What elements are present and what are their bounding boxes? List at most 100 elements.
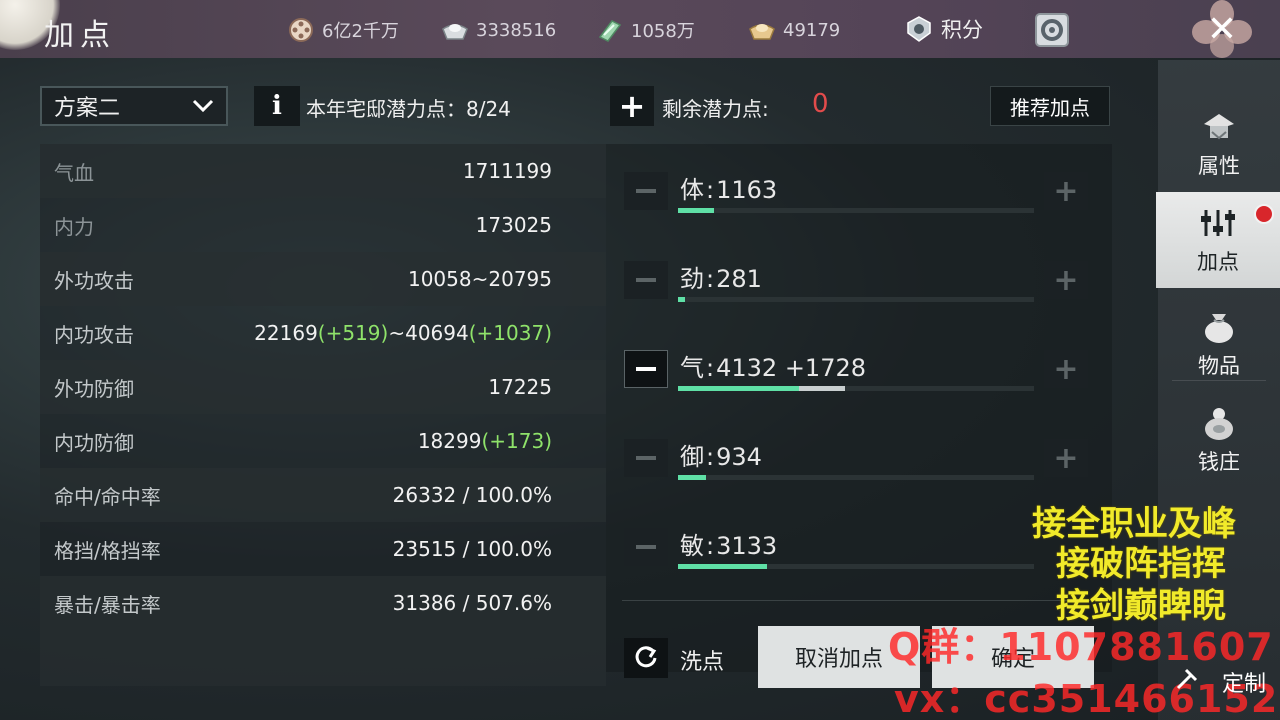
tab-label: 属性: [1198, 154, 1240, 178]
attribute-label: 体:1163: [680, 176, 778, 204]
sliders-icon: [1201, 210, 1235, 236]
stat-row-hit: 命中/命中率 26332 / 100.0%: [40, 468, 606, 522]
estate-points-label: 本年宅邸潜力点：8/24: [306, 97, 511, 121]
stat-value: 26332 / 100.0%: [392, 483, 552, 507]
film-reel-icon: [286, 17, 316, 43]
attribute-row-strength: 劲:281 +: [624, 255, 1094, 305]
tab-divider: [1172, 380, 1266, 381]
reset-points-label: 洗点: [680, 650, 725, 675]
minus-icon: [636, 189, 656, 193]
tab-attributes[interactable]: 属性: [1158, 96, 1280, 192]
score-button[interactable]: 积分: [905, 14, 983, 44]
score-label: 积分: [941, 18, 983, 42]
tab-add-points[interactable]: 加点: [1156, 192, 1280, 288]
top-bar: 加点 6亿2千万 3338516 1058万 49179 积分 ✕: [0, 0, 1280, 58]
info-button[interactable]: i: [254, 86, 300, 126]
reset-points-button[interactable]: [624, 638, 668, 678]
jade-icon: [595, 17, 625, 43]
wechat-watermark: vx：cc351466152: [894, 677, 1279, 720]
attribute-bar: [678, 208, 1034, 213]
stat-value: 31386 / 507.6%: [392, 591, 552, 615]
resource-film-value: 6亿2千万: [322, 21, 399, 42]
stat-name: 命中/命中率: [54, 484, 161, 509]
stat-name: 格挡/格挡率: [54, 538, 161, 563]
stat-row-hp: 气血 1711199: [40, 144, 606, 198]
resource-gold-value: 49179: [783, 19, 841, 41]
attribute-bar-fill: [678, 208, 714, 213]
attribute-panel: 体:1163 + 劲:281 + 气:4132 +1728 + 御:934 + …: [606, 144, 1112, 688]
add-points-button[interactable]: +: [610, 86, 654, 126]
attribute-label: 御:934: [680, 443, 762, 471]
attribute-row-defense: 御:934 +: [624, 433, 1094, 483]
resource-jade: 1058万: [595, 15, 695, 45]
attribute-row-agility: 敏:3133: [624, 522, 1094, 572]
resource-gold: 49179: [747, 15, 840, 45]
minus-icon: [636, 278, 656, 282]
attribute-value: 4132: [716, 354, 778, 382]
plan-dropdown[interactable]: 方案二: [40, 86, 228, 126]
tab-items[interactable]: 物品: [1158, 296, 1280, 392]
decrease-button[interactable]: [624, 528, 668, 566]
attribute-bar-bonus: [799, 386, 846, 391]
remaining-points-value: 0: [812, 89, 829, 119]
attribute-name: 体: [680, 176, 704, 204]
resource-jade-value: 1058万: [631, 21, 695, 42]
tab-label: 加点: [1197, 250, 1239, 274]
attribute-bar: [678, 386, 1034, 391]
stats-table: 气血 1711199 内力 173025 外功攻击 10058~20795 内功…: [40, 144, 606, 686]
attribute-label: 敏:3133: [680, 532, 778, 560]
gear-badge-icon[interactable]: [1032, 10, 1072, 50]
decrease-button[interactable]: [624, 261, 668, 299]
stat-name: 内功防御: [54, 430, 134, 455]
stats-filler: [40, 630, 606, 686]
money-bag-icon: [1205, 408, 1233, 440]
stat-bonus: (+173): [481, 429, 552, 453]
increase-button[interactable]: +: [1044, 261, 1088, 299]
stat-value: 23515 / 100.0%: [392, 537, 552, 561]
refresh-icon: [635, 646, 657, 668]
attribute-name: 气: [680, 354, 704, 382]
recommend-points-button[interactable]: 推荐加点: [990, 86, 1110, 126]
decrease-button[interactable]: [624, 350, 668, 388]
pin-icon[interactable]: [1172, 664, 1202, 694]
stat-value-max: ~40694: [388, 321, 469, 345]
close-icon: ✕: [1206, 8, 1238, 50]
minus-icon: [636, 545, 656, 549]
tab-label: 物品: [1198, 354, 1240, 378]
attribute-value: 281: [716, 265, 762, 293]
stat-value: 10058~20795: [407, 267, 552, 291]
tab-bank[interactable]: 钱庄: [1158, 392, 1280, 488]
stat-row-crit: 暴击/暴击率 31386 / 507.6%: [40, 576, 606, 630]
decrease-button[interactable]: [624, 439, 668, 477]
divider: [622, 600, 1098, 601]
attribute-name: 敏: [680, 532, 704, 560]
close-button[interactable]: ✕: [1190, 0, 1254, 58]
attribute-label: 劲:281: [680, 265, 762, 293]
attribute-value: 3133: [716, 532, 778, 560]
minus-icon: [636, 367, 656, 371]
custom-tab-label[interactable]: 定制: [1222, 666, 1266, 698]
stat-bonus-min: (+519): [317, 321, 389, 345]
bag-icon: [1205, 314, 1233, 343]
increase-button[interactable]: +: [1044, 172, 1088, 210]
increase-button[interactable]: +: [1044, 439, 1088, 477]
attribute-bar: [678, 475, 1034, 480]
resource-film: 6亿2千万: [286, 15, 399, 45]
attribute-bar-fill: [678, 475, 707, 480]
chevron-down-icon: [192, 99, 214, 113]
stat-row-int-attack: 内功攻击 22169(+519)~40694(+1037): [40, 306, 606, 360]
attribute-row-constitution: 体:1163 +: [624, 166, 1094, 216]
stat-name: 外功防御: [54, 376, 134, 401]
attribute-row-qi: 气:4132 +1728 +: [624, 344, 1094, 394]
remaining-points-label: 剩余潜力点:: [662, 97, 769, 121]
attribute-bar-fill: [678, 564, 767, 569]
stat-row-ext-defense: 外功防御 17225: [40, 360, 606, 414]
attribute-name: 劲: [680, 265, 704, 293]
stat-name: 内功攻击: [54, 322, 134, 347]
minus-icon: [636, 456, 656, 460]
increase-button[interactable]: +: [1044, 350, 1088, 388]
attribute-bar: [678, 297, 1034, 302]
notification-dot: [1254, 204, 1274, 224]
decrease-button[interactable]: [624, 172, 668, 210]
stat-value: 18299(+173): [418, 429, 552, 453]
